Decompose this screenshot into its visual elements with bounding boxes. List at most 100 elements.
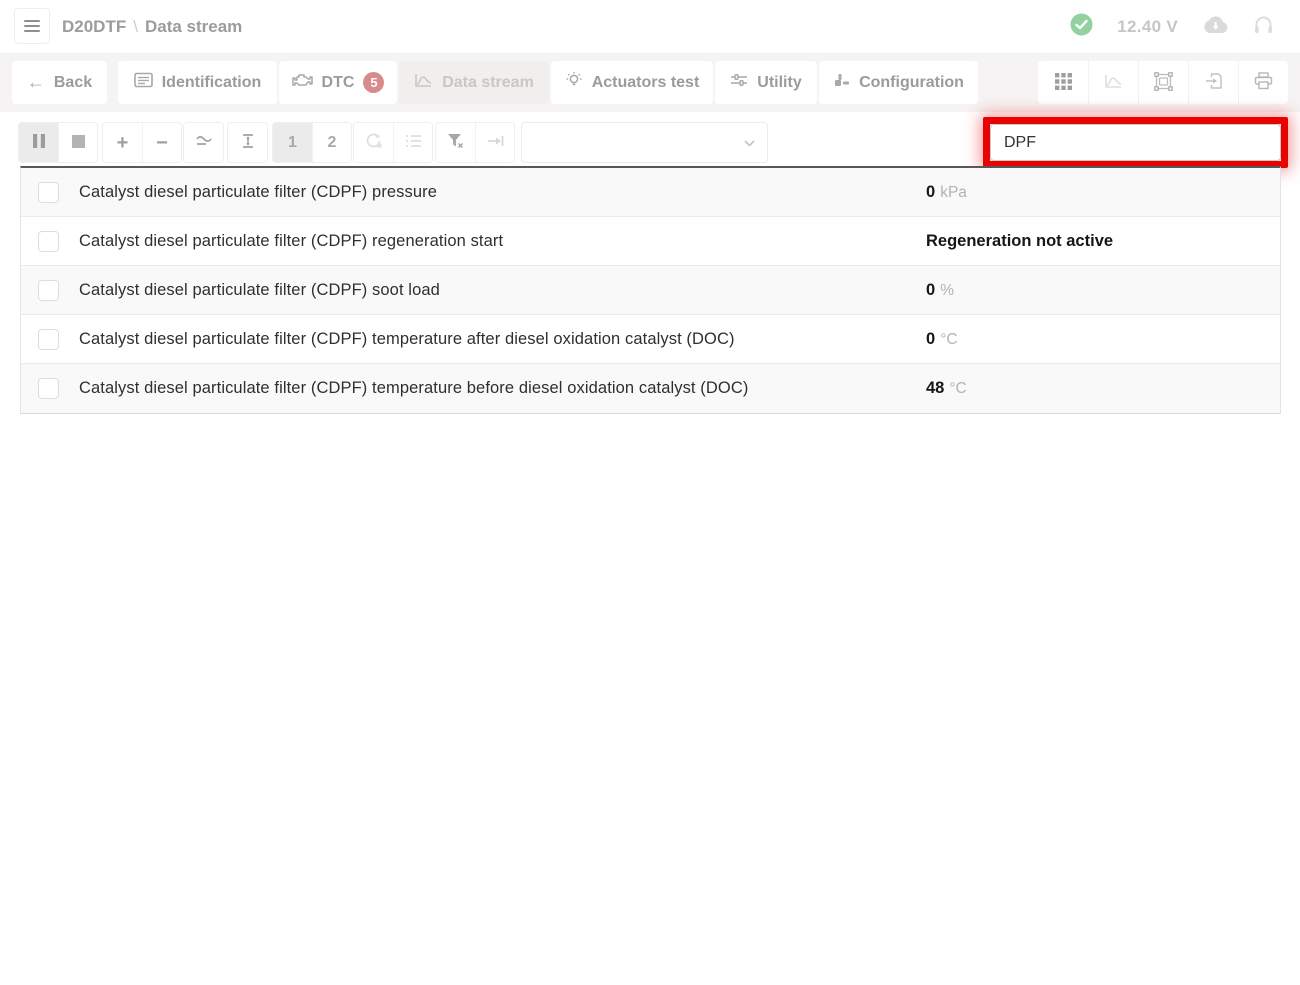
goto-end-button[interactable] xyxy=(475,123,514,162)
refresh-clear-button[interactable] xyxy=(354,123,393,162)
add-button[interactable]: + xyxy=(103,123,142,162)
row-checkbox[interactable] xyxy=(38,378,59,399)
tab-configuration[interactable]: Configuration xyxy=(819,61,978,104)
smooth-button[interactable] xyxy=(184,123,223,162)
value-number: 0 xyxy=(926,281,935,299)
page-1-button[interactable]: 1 xyxy=(273,123,312,162)
parameter-label: Catalyst diesel particulate filter (CDPF… xyxy=(79,330,735,349)
parameter-value: 48 °C xyxy=(926,379,967,398)
plus-icon: + xyxy=(117,133,129,153)
stop-button[interactable] xyxy=(58,123,97,162)
tab-label: Actuators test xyxy=(592,74,700,92)
chart-view-button[interactable] xyxy=(1088,61,1138,104)
minus-icon: − xyxy=(156,133,168,153)
table-row[interactable]: Catalyst diesel particulate filter (CDPF… xyxy=(21,266,1280,315)
breadcrumb: D20DTF \ Data stream xyxy=(62,0,242,53)
range-button[interactable] xyxy=(228,123,267,162)
cloud-download-icon[interactable] xyxy=(1202,15,1229,39)
value-unit: % xyxy=(940,282,954,299)
pause-icon xyxy=(33,134,45,151)
remove-button[interactable]: − xyxy=(142,123,181,162)
filter-clear-button[interactable] xyxy=(436,123,475,162)
export-icon xyxy=(1205,72,1223,93)
value-number: Regeneration not active xyxy=(926,232,1113,250)
chevron-down-icon xyxy=(744,134,767,152)
list-button[interactable] xyxy=(393,123,432,162)
transform-view-button[interactable] xyxy=(1138,61,1188,104)
value-number: 0 xyxy=(926,183,935,201)
table-row[interactable]: Catalyst diesel particulate filter (CDPF… xyxy=(21,168,1280,217)
value-unit: kPa xyxy=(940,184,967,201)
playback-group xyxy=(18,122,98,163)
table-row[interactable]: Catalyst diesel particulate filter (CDPF… xyxy=(21,315,1280,364)
goto-end-icon xyxy=(487,134,504,151)
parameter-value: 0% xyxy=(926,281,954,300)
row-checkbox[interactable] xyxy=(38,182,59,203)
search-highlight-annotation xyxy=(983,117,1288,168)
search-input[interactable] xyxy=(990,124,1281,161)
component-icon xyxy=(833,72,850,93)
tab-label: Configuration xyxy=(859,74,964,92)
range-icon xyxy=(240,133,256,152)
export-view-button[interactable] xyxy=(1188,61,1238,104)
tab-utility[interactable]: Utility xyxy=(715,61,817,104)
tab-data-stream[interactable]: Data stream xyxy=(399,61,549,104)
table-row[interactable]: Catalyst diesel particulate filter (CDPF… xyxy=(21,364,1280,413)
breadcrumb-separator: \ xyxy=(126,17,145,37)
sliders-icon xyxy=(730,72,748,93)
parameter-label: Catalyst diesel particulate filter (CDPF… xyxy=(79,183,437,202)
hamburger-icon xyxy=(24,17,40,35)
zoom-group: + − xyxy=(102,122,182,163)
table-row[interactable]: Catalyst diesel particulate filter (CDPF… xyxy=(21,217,1280,266)
parameter-value: Regeneration not active xyxy=(926,232,1118,251)
transform-icon xyxy=(1154,72,1173,94)
smooth-icon xyxy=(195,134,213,151)
smooth-group xyxy=(183,122,224,163)
filter-clear-icon xyxy=(447,133,464,152)
value-number: 48 xyxy=(926,379,944,397)
parameter-value: 0 kPa xyxy=(926,183,967,202)
row-checkbox[interactable] xyxy=(38,231,59,252)
dtc-count-badge: 5 xyxy=(363,72,384,93)
reset-group xyxy=(353,122,433,163)
back-button[interactable]: ← Back xyxy=(12,61,107,104)
tab-strip: ← Back Identification DTC 5 Data stream xyxy=(0,53,1300,112)
print-view-button[interactable] xyxy=(1238,61,1288,104)
refresh-clear-icon xyxy=(365,133,383,152)
tab-identification[interactable]: Identification xyxy=(118,61,277,104)
stream-toolbar: + − 1 2 xyxy=(0,112,1300,166)
tab-label: DTC xyxy=(322,74,355,92)
tab-label: Data stream xyxy=(442,74,534,92)
page-2-button[interactable]: 2 xyxy=(312,123,351,162)
breadcrumb-page: Data stream xyxy=(145,17,242,37)
parameter-label: Catalyst diesel particulate filter (CDPF… xyxy=(79,232,503,251)
parameter-label: Catalyst diesel particulate filter (CDPF… xyxy=(79,281,440,300)
parameter-group-select[interactable] xyxy=(521,122,768,163)
tab-actuators-test[interactable]: Actuators test xyxy=(551,61,713,104)
value-unit: °C xyxy=(940,331,957,348)
app-root: D20DTF \ Data stream 12.40 V ← Back xyxy=(0,0,1300,985)
tab-dtc[interactable]: DTC 5 xyxy=(279,61,397,104)
print-icon xyxy=(1254,72,1273,93)
grid-view-button[interactable] xyxy=(1038,61,1088,104)
row-checkbox[interactable] xyxy=(38,329,59,350)
value-number: 0 xyxy=(926,330,935,348)
page-group: 1 2 xyxy=(272,122,352,163)
bulb-icon xyxy=(565,71,583,94)
hamburger-menu-button[interactable] xyxy=(14,8,50,44)
check-circle-icon xyxy=(1070,13,1093,41)
range-group xyxy=(227,122,268,163)
back-label: Back xyxy=(54,74,92,92)
engine-icon xyxy=(292,72,313,93)
parameter-value: 0 °C xyxy=(926,330,958,349)
topbar-status: 12.40 V xyxy=(1070,0,1274,53)
row-checkbox[interactable] xyxy=(38,280,59,301)
chart-icon xyxy=(1104,73,1123,92)
parameter-label: Catalyst diesel particulate filter (CDPF… xyxy=(79,379,748,398)
grid-icon xyxy=(1055,73,1072,93)
tab-label: Identification xyxy=(162,74,262,92)
pause-button[interactable] xyxy=(19,123,58,162)
headphones-icon[interactable] xyxy=(1253,14,1274,40)
value-unit: °C xyxy=(949,380,966,397)
list-icon xyxy=(405,134,422,151)
